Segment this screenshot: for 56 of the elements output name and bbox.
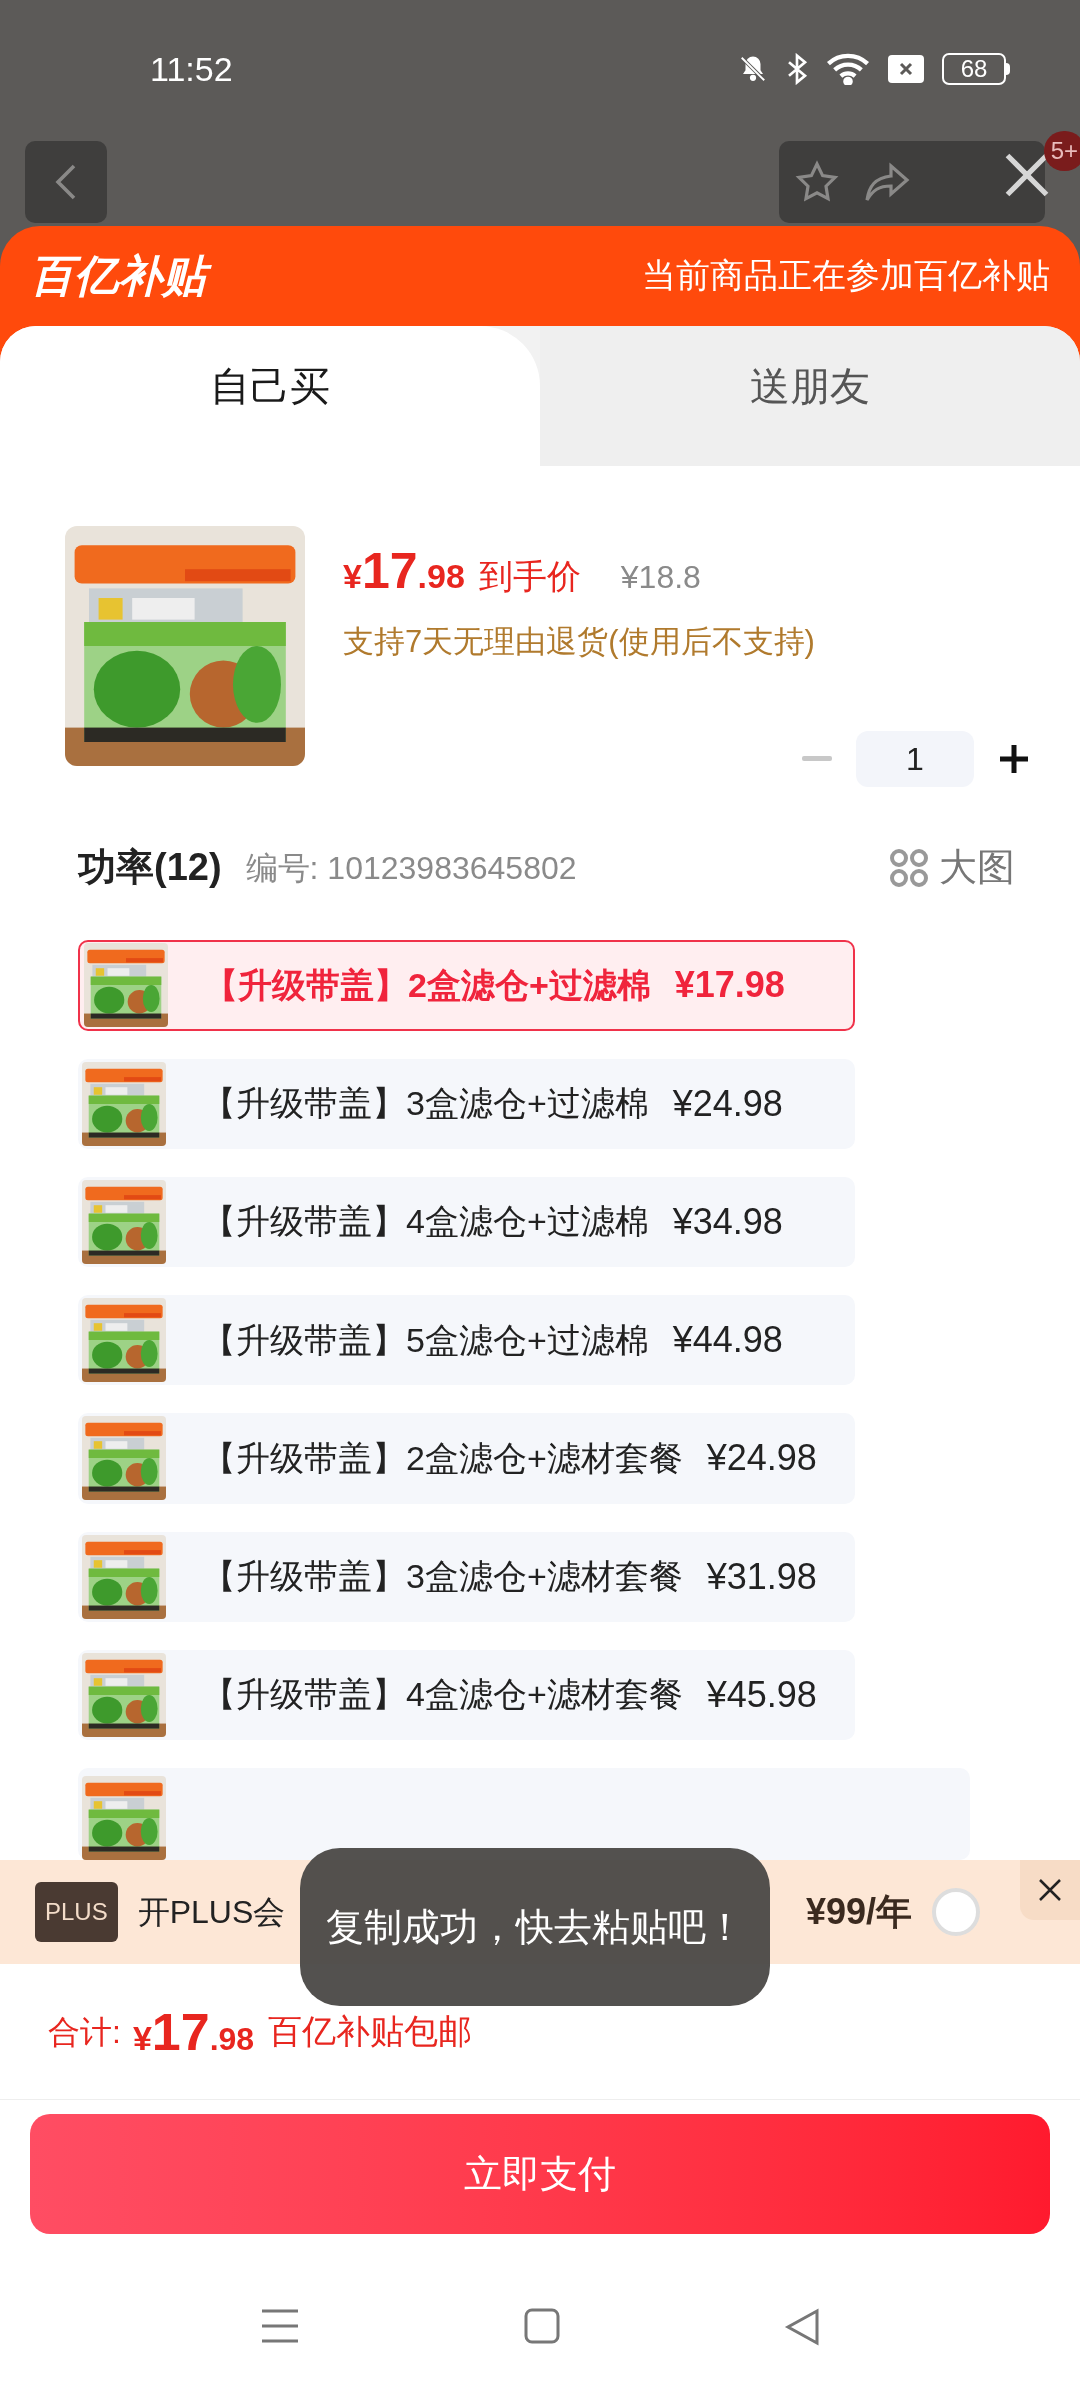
close-button[interactable] xyxy=(1020,1860,1080,1920)
wifi-icon xyxy=(826,53,870,86)
shipping-note: 百亿补贴包邮 xyxy=(268,2011,473,2052)
pay-button[interactable]: 立即支付 xyxy=(30,2114,1050,2234)
option-label: 【升级带盖】2盒滤仓+滤材套餐 xyxy=(202,1437,683,1479)
toast: 复制成功，快去粘贴吧！ xyxy=(300,1848,770,2006)
option-label: 【升级带盖】2盒滤仓+过滤棉 xyxy=(204,964,651,1006)
option-label: 【升级带盖】4盒滤仓+过滤棉 xyxy=(202,1201,649,1243)
option-price: ¥17.98 xyxy=(674,963,785,1008)
option-item[interactable]: 【升级带盖】2盒滤仓+过滤棉 ¥17.98 xyxy=(78,940,855,1031)
back-icon xyxy=(54,162,78,202)
option-item[interactable]: 【升级带盖】5盒滤仓+过滤棉 ¥44.98 xyxy=(78,1295,855,1386)
price: ¥17.98 xyxy=(343,541,465,601)
spec-title: 功率(12) xyxy=(78,845,222,890)
plus-badge: PLUS xyxy=(35,1882,118,1942)
menu-icon[interactable] xyxy=(260,2308,300,2344)
total-label: 合计: xyxy=(48,2012,121,2052)
option-price: ¥24.98 xyxy=(706,1436,817,1481)
back-button[interactable] xyxy=(25,141,107,223)
option-item[interactable]: 【升级带盖】3盒滤仓+过滤棉 ¥24.98 xyxy=(78,1058,855,1149)
return-policy: 支持7天无理由退货(使用后不支持) xyxy=(343,622,816,661)
plus-icon[interactable] xyxy=(998,743,1030,775)
option-label: 【升级带盖】3盒滤仓+过滤棉 xyxy=(202,1083,649,1125)
banner-notice: 当前商品正在参加百亿补贴 xyxy=(642,255,1050,296)
option-item[interactable]: 【升级带盖】3盒滤仓+滤材套餐 ¥31.98 xyxy=(78,1531,855,1622)
plus-offer-text[interactable]: 开PLUS会 xyxy=(137,1888,286,1936)
tab[interactable]: 自己买 xyxy=(0,325,540,466)
sim-icon xyxy=(888,55,924,84)
original-price: ¥18.8 xyxy=(620,557,701,597)
option-price: ¥45.98 xyxy=(706,1672,817,1717)
option-item[interactable]: 【升级带盖】2盒滤仓+滤材套餐 ¥24.98 xyxy=(78,1413,855,1504)
price-label: 到手价 xyxy=(478,555,581,597)
status-time: 11:52 xyxy=(150,48,233,90)
grid-icon[interactable] xyxy=(889,847,929,888)
option-label: 【升级带盖】3盒滤仓+滤材套餐 xyxy=(202,1556,683,1598)
share-icon[interactable] xyxy=(863,160,911,204)
home-icon[interactable] xyxy=(524,2308,560,2344)
option-item[interactable]: 【升级带盖】4盒滤仓+滤材套餐 ¥45.98 xyxy=(78,1649,855,1741)
option-price: ¥31.98 xyxy=(706,1554,817,1599)
close-icon xyxy=(1038,1878,1062,1902)
plus-price: ¥99/年 xyxy=(805,1890,912,1934)
back-nav-icon[interactable] xyxy=(784,2308,820,2346)
total-price: ¥17.98 xyxy=(132,2001,255,2063)
option-label: 【升级带盖】4盒滤仓+滤材套餐 xyxy=(202,1674,683,1716)
option-price: ¥44.98 xyxy=(672,1318,783,1363)
quantity-field[interactable]: 1 xyxy=(856,731,974,787)
option-price: ¥24.98 xyxy=(672,1081,783,1126)
bluetooth-icon xyxy=(786,53,808,86)
notification-badge: 5+ xyxy=(1043,131,1080,171)
plus-radio[interactable] xyxy=(932,1888,980,1936)
brand-logo: 百亿补贴 xyxy=(30,247,216,304)
option-item[interactable]: 【升级带盖】4盒滤仓+过滤棉 ¥34.98 xyxy=(78,1176,855,1268)
option-label: 【升级带盖】5盒滤仓+过滤棉 xyxy=(202,1319,649,1361)
product-code: 编号: 10123983645802 xyxy=(245,848,577,888)
option-price: ¥34.98 xyxy=(672,1199,783,1244)
large-view-link[interactable]: 大图 xyxy=(939,839,1015,896)
